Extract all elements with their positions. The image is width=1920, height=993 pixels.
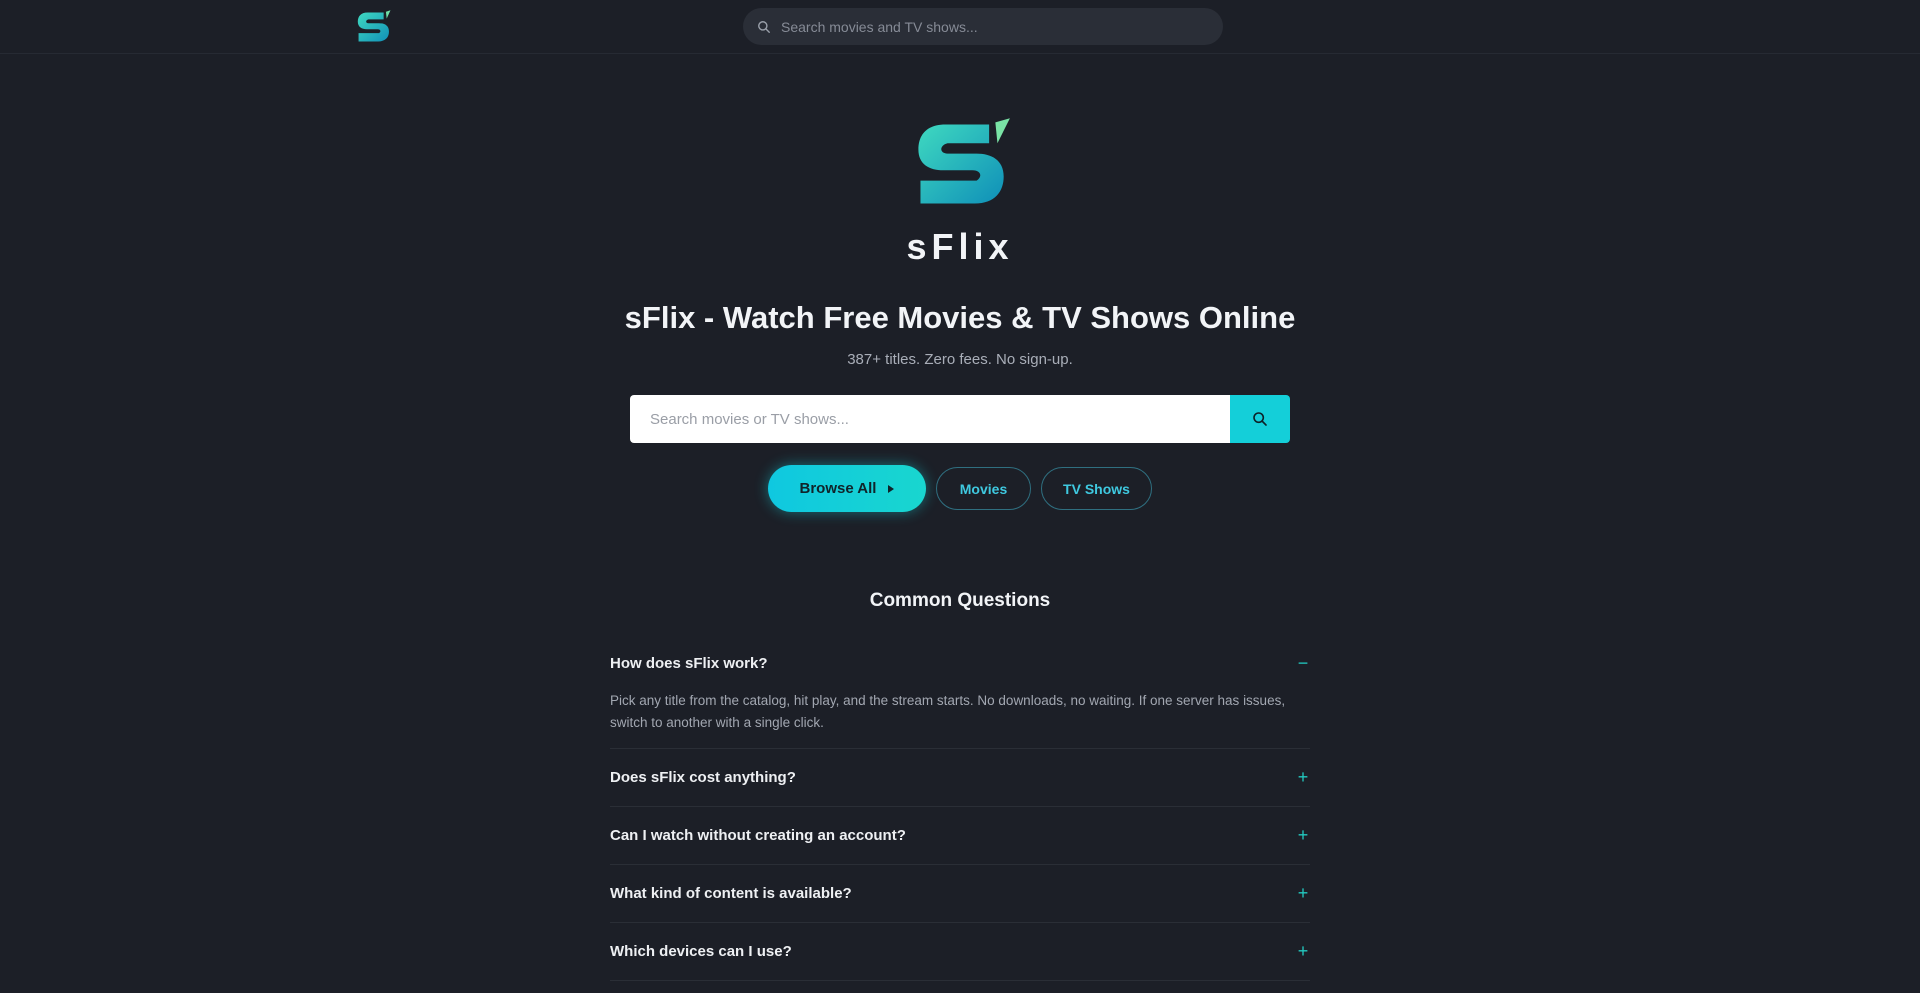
brand-name: sFlix (906, 226, 1014, 267)
faq-question[interactable]: What kind of content is available? + (610, 865, 1310, 922)
main-search-bar (630, 395, 1290, 443)
faq-item: Can I watch without creating an account?… (610, 807, 1310, 865)
movies-button[interactable]: Movies (936, 467, 1031, 510)
faq-question-text: What kind of content is available? (610, 885, 852, 902)
faq-question[interactable]: Which devices can I use? + (610, 923, 1310, 980)
faq-question-text: How does sFlix work? (610, 654, 768, 672)
faq-title: Common Questions (869, 590, 1051, 611)
top-navbar (0, 0, 1920, 54)
faq-question[interactable]: Does sFlix cost anything? + (610, 749, 1310, 806)
faq-list: How does sFlix work? − Pick any title fr… (610, 640, 1310, 981)
faq-item: Does sFlix cost anything? + (610, 749, 1310, 807)
browse-all-button[interactable]: Browse All (768, 465, 926, 512)
plus-icon[interactable]: + (1296, 825, 1310, 846)
search-button[interactable] (1230, 395, 1290, 443)
main-search-input[interactable] (630, 395, 1230, 443)
faq-answer: Pick any title from the catalog, hit pla… (610, 693, 1286, 730)
faq-item: Which devices can I use? + (610, 923, 1310, 981)
page-subtitle: 387+ titles. Zero fees. No sign-up. (847, 351, 1073, 368)
search-icon (758, 20, 770, 33)
faq-question[interactable]: How does sFlix work? − (610, 640, 1310, 686)
page-title: sFlix - Watch Free Movies & TV Shows Onl… (624, 300, 1296, 335)
faq-item: What kind of content is available? + (610, 865, 1310, 923)
faq-question[interactable]: Can I watch without creating an account?… (610, 807, 1310, 864)
faq-question-text: Can I watch without creating an account? (610, 827, 906, 844)
browse-all-label: Browse All (799, 480, 877, 497)
sflix-logo-icon[interactable] (354, 8, 392, 46)
plus-icon[interactable]: + (1296, 767, 1310, 788)
play-icon (888, 484, 895, 493)
header-search-bar[interactable] (743, 8, 1223, 45)
header-search-input[interactable] (781, 18, 1223, 35)
sflix-logo-icon (918, 118, 1010, 204)
plus-icon[interactable]: + (1296, 941, 1310, 962)
faq-question-text: Does sFlix cost anything? (610, 769, 796, 786)
search-icon (1253, 412, 1267, 426)
plus-icon[interactable]: + (1296, 883, 1310, 904)
faq-question-text: Which devices can I use? (610, 943, 792, 960)
action-buttons: Browse All Movies TV Shows (0, 465, 1920, 513)
tv-shows-button[interactable]: TV Shows (1041, 467, 1152, 510)
minus-icon[interactable]: − (1296, 653, 1310, 674)
faq-item: How does sFlix work? − Pick any title fr… (610, 640, 1310, 749)
